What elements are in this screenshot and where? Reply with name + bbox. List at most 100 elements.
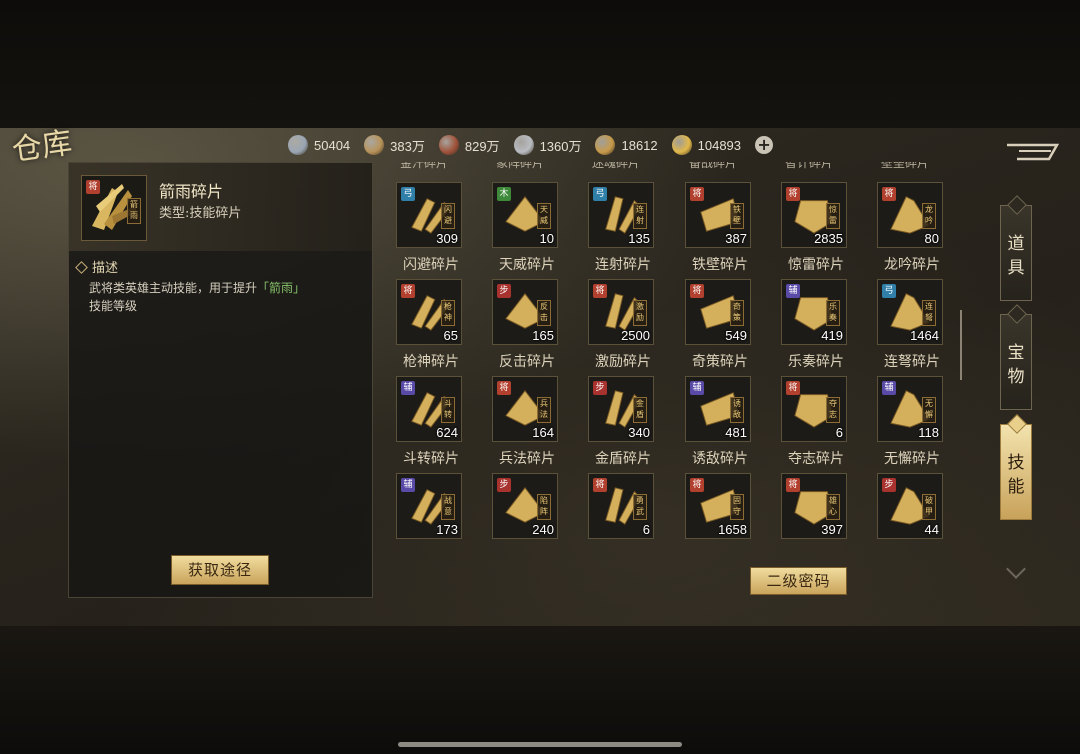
secondary-password-button[interactable]: 二级密码 (750, 567, 847, 595)
selected-item-header: 将 箭雨 箭雨碎片 类型:技能碎片 (69, 163, 372, 251)
tab-items[interactable]: 道具 (1000, 205, 1032, 301)
item-cell[interactable]: 将激励 2500 激励碎片 (578, 261, 672, 370)
item-cell[interactable]: 将铁壁 387 铁壁碎片 (675, 164, 769, 273)
item-cell[interactable]: 步金盾 340 金盾碎片 (578, 358, 672, 467)
item-cell[interactable]: 将枪神 65 枪神碎片 (386, 261, 480, 370)
item-cell[interactable]: 辅战意 173 (386, 455, 480, 542)
item-cell[interactable]: 将龙吟 80 龙吟碎片 (867, 164, 954, 273)
item-cell[interactable]: 木天威 10 天威碎片 (482, 164, 576, 273)
item-card[interactable]: 将勇武 6 (588, 473, 654, 539)
item-card[interactable]: 将龙吟 80 (877, 182, 943, 248)
troop-type-badge: 将 (593, 284, 607, 298)
item-card[interactable]: 将夺志 6 (781, 376, 847, 442)
item-cell[interactable]: 将奇策 549 奇策碎片 (675, 261, 769, 370)
item-count: 481 (725, 425, 747, 440)
skill-seal-label: 破甲 (922, 494, 936, 520)
item-cell[interactable]: 弓闪避 309 闪避碎片 (386, 164, 480, 273)
item-cell[interactable]: 将兵法 164 兵法碎片 (482, 358, 576, 467)
item-cell[interactable]: 辅无懈 118 无懈碎片 (867, 358, 954, 467)
resource-silver-coin: 50404 (288, 133, 350, 157)
item-count: 6 (835, 425, 843, 440)
item-card[interactable]: 将雄心 397 (781, 473, 847, 539)
item-card[interactable]: 将惊雷 2835 (781, 182, 847, 248)
silver-coin-icon (288, 135, 308, 155)
add-resource-icon[interactable]: + (755, 136, 774, 154)
item-count: 549 (725, 328, 747, 343)
selected-item-name: 箭雨碎片 (159, 182, 224, 201)
skill-seal-label: 雄心 (826, 494, 840, 520)
skill-seal-label: 金盾 (633, 397, 647, 423)
selected-item-tag: 将 (86, 180, 100, 194)
home-indicator[interactable] (398, 742, 682, 747)
item-count: 240 (532, 522, 554, 537)
item-card[interactable]: 辅战意 173 (396, 473, 462, 539)
tab-treasures-label: 宝物 (1007, 343, 1025, 387)
resource-value: 383万 (390, 138, 425, 154)
item-cell[interactable]: 将固守 1658 (675, 455, 769, 542)
item-count: 2835 (814, 231, 843, 246)
troop-type-badge: 将 (786, 187, 800, 201)
tab-skills-label: 技能 (1007, 453, 1025, 497)
item-count: 387 (725, 231, 747, 246)
item-cell[interactable]: 步陷阵 240 (482, 455, 576, 542)
item-card[interactable]: 弓闪避 309 (396, 182, 462, 248)
item-grid[interactable]: 金汗碎片 象阵碎片 迷魂碎片 备战碎片 智计碎片 壁垒碎片弓闪避 309 闪避碎片木天威 10 天… (386, 162, 954, 542)
skill-seal-label: 连射 (633, 203, 647, 229)
item-count: 419 (821, 328, 843, 343)
item-card[interactable]: 步金盾 340 (588, 376, 654, 442)
skill-seal-label: 反击 (537, 300, 551, 326)
item-card[interactable]: 将兵法 164 (492, 376, 558, 442)
get-source-button[interactable]: 获取途径 (171, 555, 269, 585)
tab-skills[interactable]: 技能 (1000, 424, 1032, 520)
item-card[interactable]: 辅斗转 624 (396, 376, 462, 442)
skill-seal-label: 乐奏 (826, 300, 840, 326)
troop-type-badge: 将 (497, 381, 511, 395)
item-card[interactable]: 木天威 10 (492, 182, 558, 248)
item-count: 1464 (910, 328, 939, 343)
item-cell[interactable]: 步破甲 44 (867, 455, 954, 542)
item-card[interactable]: 将铁壁 387 (685, 182, 751, 248)
skill-seal-label: 兵法 (537, 397, 551, 423)
troop-type-badge: 木 (497, 187, 511, 201)
item-card[interactable]: 将激励 2500 (588, 279, 654, 345)
skill-seal-label: 无懈 (922, 397, 936, 423)
item-cell[interactable]: 将夺志 6 夺志碎片 (771, 358, 865, 467)
item-cell[interactable]: 将惊雷 2835 惊雷碎片 (771, 164, 865, 273)
item-card[interactable]: 辅乐奏 419 (781, 279, 847, 345)
skill-seal-label: 惊雷 (826, 203, 840, 229)
tab-treasures[interactable]: 宝物 (1000, 314, 1032, 410)
item-cell[interactable]: 辅斗转 624 斗转碎片 (386, 358, 480, 467)
item-cell[interactable]: 将雄心 397 (771, 455, 865, 542)
item-card[interactable]: 弓连弩 1464 (877, 279, 943, 345)
selected-item-type: 类型:技能碎片 (159, 206, 242, 221)
item-card[interactable]: 步破甲 44 (877, 473, 943, 539)
item-card[interactable]: 步陷阵 240 (492, 473, 558, 539)
item-card[interactable]: 步反击 165 (492, 279, 558, 345)
grid-scrollbar[interactable] (960, 310, 962, 380)
item-card[interactable]: 辅无懈 118 (877, 376, 943, 442)
skill-seal-label: 枪神 (441, 300, 455, 326)
back-arrow-icon[interactable] (1005, 141, 1061, 163)
item-card[interactable]: 辅诱敌 481 (685, 376, 751, 442)
skill-seal-label: 陷阵 (537, 494, 551, 520)
item-card[interactable]: 将固守 1658 (685, 473, 751, 539)
item-card[interactable]: 将枪神 65 (396, 279, 462, 345)
selected-item-icon: 将 箭雨 (81, 175, 147, 241)
item-cell[interactable]: 步反击 165 反击碎片 (482, 261, 576, 370)
item-cell[interactable]: 辅诱敌 481 诱敌碎片 (675, 358, 769, 467)
page-title-text: 仓库 (9, 125, 75, 169)
item-cell[interactable]: 弓连弩 1464 连弩碎片 (867, 261, 954, 370)
item-count: 2500 (621, 328, 650, 343)
skill-seal-label: 奇策 (730, 300, 744, 326)
skill-seal-label: 战意 (441, 494, 455, 520)
item-card[interactable]: 弓连射 135 (588, 182, 654, 248)
troop-type-badge: 将 (593, 478, 607, 492)
item-count: 164 (532, 425, 554, 440)
item-cell[interactable]: 弓连射 135 连射碎片 (578, 164, 672, 273)
item-cell[interactable]: 辅乐奏 419 乐奏碎片 (771, 261, 865, 370)
item-detail-panel: 将 箭雨 箭雨碎片 类型:技能碎片 描述 武将类英雄主动技能，用于提升「箭雨」技… (68, 162, 373, 598)
resource-wood: 829万 (438, 133, 500, 157)
skill-seal-label: 激励 (633, 300, 647, 326)
item-card[interactable]: 将奇策 549 (685, 279, 751, 345)
item-cell[interactable]: 将勇武 6 (578, 455, 672, 542)
